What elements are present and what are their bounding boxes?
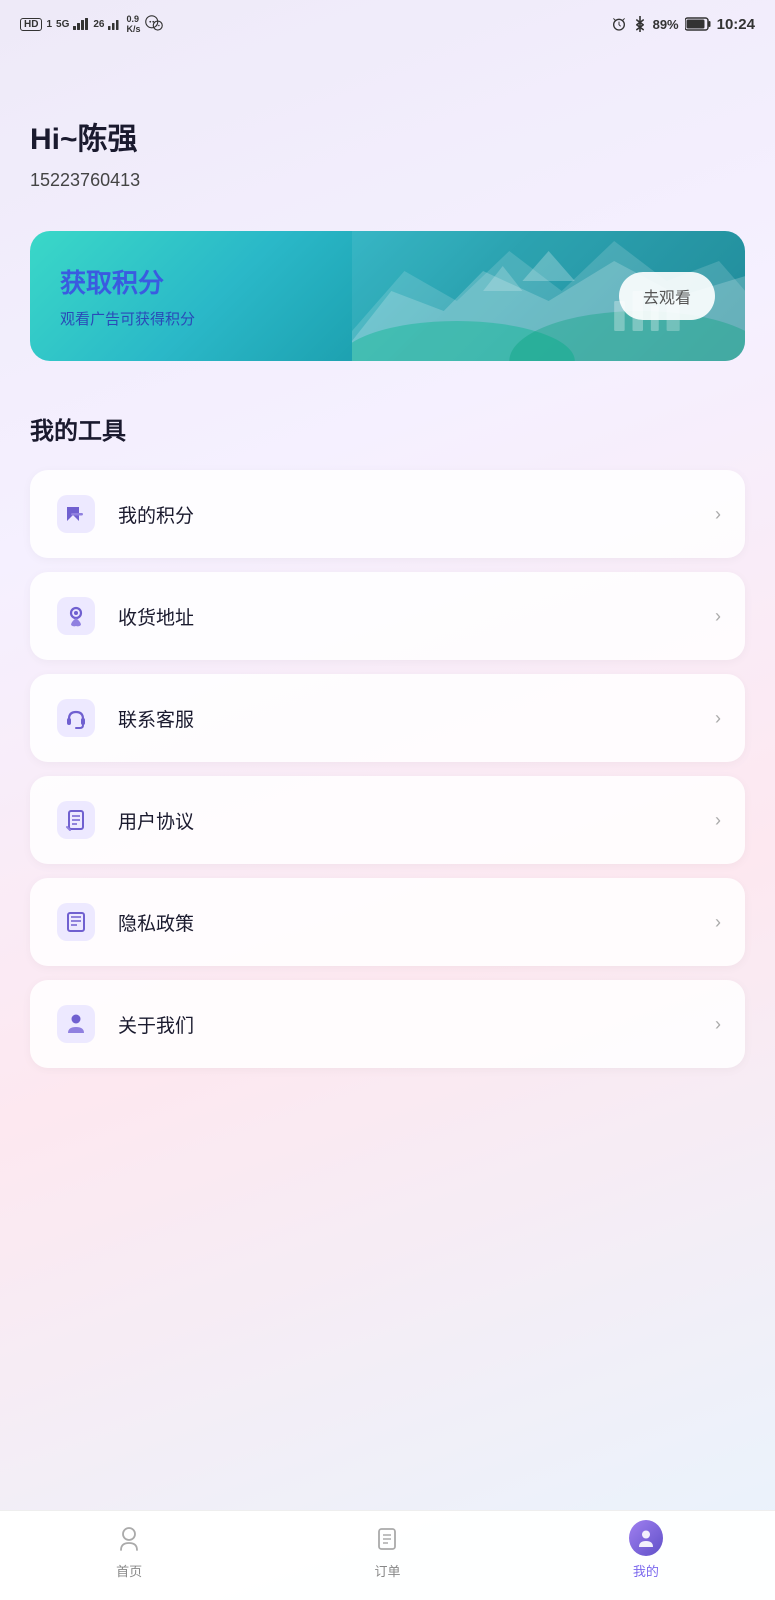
phone-number: 15223760413 — [30, 170, 745, 191]
home-nav-icon — [112, 1521, 146, 1555]
about-icon — [54, 1002, 98, 1046]
home-nav-label: 首页 — [116, 1561, 142, 1580]
menu-list: 我的积分 › 收货地址 › — [30, 470, 745, 1068]
bluetooth-icon — [633, 16, 647, 32]
menu-item-service[interactable]: 联系客服 › — [30, 674, 745, 762]
menu-item-agreement[interactable]: 用户协议 › — [30, 776, 745, 864]
status-speed: 0.9K/s — [126, 14, 140, 34]
banner-button[interactable]: 去观看 — [619, 272, 715, 320]
menu-item-left-about: 关于我们 — [54, 1002, 194, 1046]
nav-item-order[interactable]: 订单 — [258, 1521, 516, 1580]
bottom-nav: 首页 订单 我的 — [0, 1510, 775, 1600]
order-nav-icon — [370, 1521, 404, 1555]
menu-label-about: 关于我们 — [118, 1011, 194, 1038]
mine-nav-icon — [629, 1521, 663, 1555]
chevron-agreement: › — [715, 810, 721, 831]
menu-item-left-points: 我的积分 — [54, 492, 194, 536]
service-icon — [54, 696, 98, 740]
mine-nav-label: 我的 — [633, 1561, 659, 1580]
status-bar: HD 1 5G 26 0.9K/s 89% 10:24 — [0, 0, 775, 44]
nav-item-mine[interactable]: 我的 — [517, 1521, 775, 1580]
tools-section-title: 我的工具 — [30, 411, 745, 446]
menu-item-left-agreement: 用户协议 — [54, 798, 194, 842]
order-nav-label: 订单 — [374, 1561, 400, 1580]
menu-label-address: 收货地址 — [118, 603, 194, 630]
greeting-text: Hi~陈强 — [30, 114, 745, 158]
status-right: 89% 10:24 — [611, 16, 755, 33]
time: 10:24 — [717, 16, 755, 33]
main-content: Hi~陈强 15223760413 — [0, 44, 775, 1168]
menu-item-address[interactable]: 收货地址 › — [30, 572, 745, 660]
alarm-icon — [611, 16, 627, 32]
agreement-icon — [54, 798, 98, 842]
menu-label-service: 联系客服 — [118, 705, 194, 732]
status-sim1: 1 — [46, 19, 52, 30]
menu-item-left-privacy: 隐私政策 — [54, 900, 194, 944]
status-left: HD 1 5G 26 0.9K/s — [20, 14, 163, 34]
signal-icon-2 — [108, 18, 122, 30]
points-icon — [54, 492, 98, 536]
privacy-icon — [54, 900, 98, 944]
banner-subtitle: 观看广告可获得积分 — [60, 308, 195, 329]
battery-icon — [685, 17, 711, 31]
banner-title: 获取积分 — [60, 263, 195, 300]
menu-item-points[interactable]: 我的积分 › — [30, 470, 745, 558]
chevron-privacy: › — [715, 912, 721, 933]
chevron-points: › — [715, 504, 721, 525]
chevron-about: › — [715, 1014, 721, 1035]
menu-item-left-address: 收货地址 — [54, 594, 194, 638]
status-5g: 5G — [56, 19, 69, 30]
menu-item-privacy[interactable]: 隐私政策 › — [30, 878, 745, 966]
address-icon — [54, 594, 98, 638]
status-hd: HD — [20, 18, 42, 31]
chevron-address: › — [715, 606, 721, 627]
banner-left-content: 获取积分 观看广告可获得积分 — [60, 263, 195, 329]
menu-label-privacy: 隐私政策 — [118, 909, 194, 936]
signal-icon-1 — [73, 18, 89, 30]
chevron-service: › — [715, 708, 721, 729]
battery-percentage: 89% — [653, 17, 679, 32]
menu-item-about[interactable]: 关于我们 › — [30, 980, 745, 1068]
menu-label-points: 我的积分 — [118, 501, 194, 528]
menu-item-left-service: 联系客服 — [54, 696, 194, 740]
status-26: 26 — [93, 19, 104, 30]
nav-item-home[interactable]: 首页 — [0, 1521, 258, 1580]
wechat-icon — [145, 15, 163, 33]
menu-label-agreement: 用户协议 — [118, 807, 194, 834]
points-banner[interactable]: 获取积分 观看广告可获得积分 去观看 — [30, 231, 745, 361]
